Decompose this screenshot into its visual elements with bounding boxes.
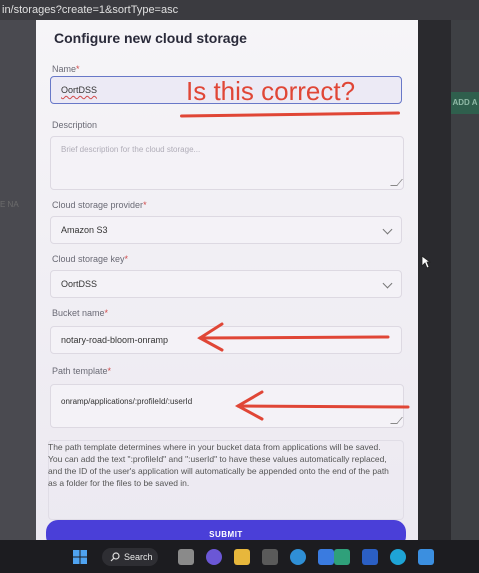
- teams-chat-icon[interactable]: [206, 549, 222, 565]
- annotation-arrows: [197, 322, 410, 421]
- cortana-icon[interactable]: [390, 549, 406, 565]
- file-explorer-icon[interactable]: [234, 549, 250, 565]
- app-icon[interactable]: [418, 549, 434, 565]
- app-icon[interactable]: [334, 549, 350, 565]
- task-view-icon[interactable]: [178, 549, 194, 565]
- arrow-left-icon: [197, 322, 390, 352]
- app-icon[interactable]: [362, 549, 378, 565]
- mouse-cursor-icon: [421, 255, 431, 269]
- taskbar: Search: [0, 540, 479, 573]
- search-icon: [110, 552, 120, 562]
- app-icon[interactable]: [262, 549, 278, 565]
- edge-browser-icon[interactable]: [290, 549, 306, 565]
- taskbar-search[interactable]: Search: [102, 548, 158, 566]
- search-label: Search: [124, 552, 153, 562]
- store-icon[interactable]: [318, 549, 334, 565]
- arrow-left-icon: [234, 390, 410, 421]
- windows-start-icon[interactable]: [72, 549, 88, 565]
